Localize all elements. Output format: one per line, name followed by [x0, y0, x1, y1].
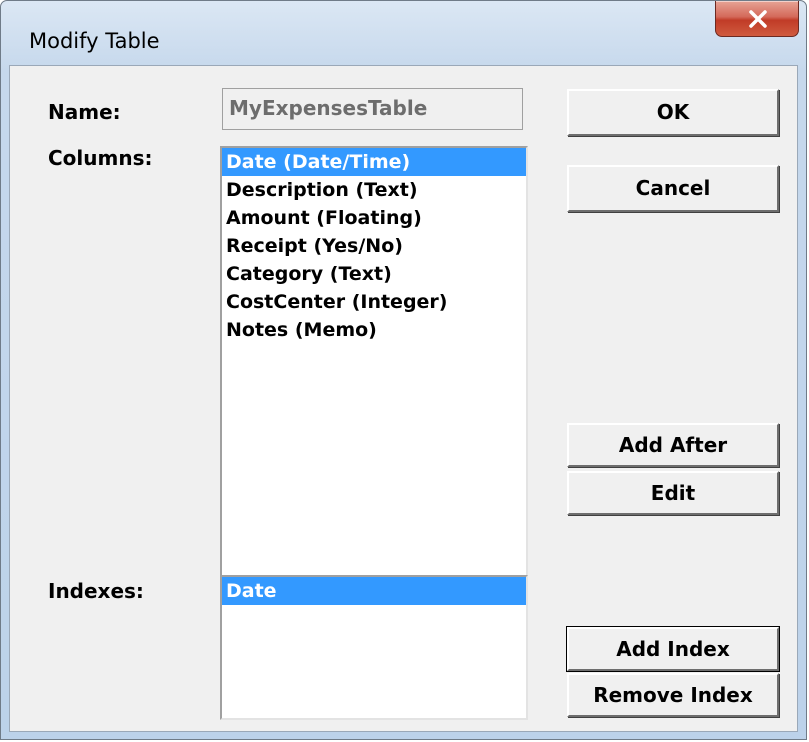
name-label: Name: — [48, 100, 121, 124]
column-list-item[interactable]: Description (Text) — [222, 176, 526, 204]
dialog-body: Name: MyExpensesTable Columns: Date (Dat… — [9, 65, 798, 732]
name-field[interactable]: MyExpensesTable — [222, 88, 523, 130]
column-list-item[interactable]: Date (Date/Time) — [222, 148, 526, 176]
indexes-listbox[interactable]: Date — [220, 575, 528, 720]
cancel-button[interactable]: Cancel — [567, 165, 779, 212]
edit-button[interactable]: Edit — [567, 471, 779, 515]
close-button[interactable] — [715, 1, 799, 37]
columns-listbox[interactable]: Date (Date/Time) Description (Text) Amount… — [220, 146, 528, 591]
close-icon — [749, 10, 767, 28]
ok-button[interactable]: OK — [567, 89, 779, 136]
column-list-item[interactable]: Category (Text) — [222, 260, 526, 288]
add-index-button[interactable]: Add Index — [566, 626, 780, 672]
remove-index-button[interactable]: Remove Index — [567, 673, 779, 717]
column-list-item[interactable]: Receipt (Yes/No) — [222, 232, 526, 260]
modify-table-window: Modify Table Name: MyExpensesTable Colum… — [0, 0, 807, 740]
add-after-button[interactable]: Add After — [567, 423, 779, 467]
column-list-item[interactable]: CostCenter (Integer) — [222, 288, 526, 316]
index-list-item[interactable]: Date — [222, 577, 526, 605]
indexes-label: Indexes: — [48, 579, 144, 603]
column-list-item[interactable]: Amount (Floating) — [222, 204, 526, 232]
columns-label: Columns: — [48, 146, 153, 170]
column-list-item[interactable]: Notes (Memo) — [222, 316, 526, 344]
window-title: Modify Table — [29, 29, 160, 53]
